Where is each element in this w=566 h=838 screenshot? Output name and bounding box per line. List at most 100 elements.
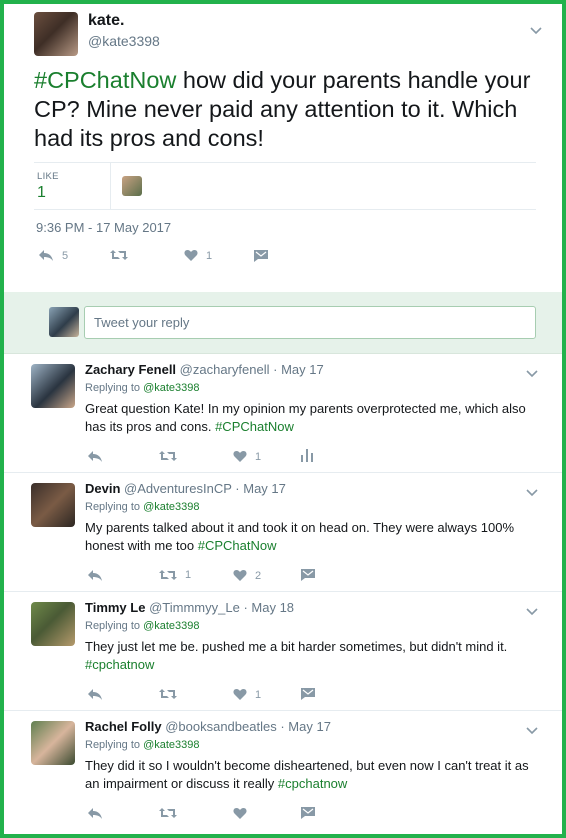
replying-to: Replying to @kate3398 — [85, 501, 200, 513]
mention-link[interactable]: @kate3398 — [143, 620, 199, 632]
reply-body: They just let me be. pushed me a bit har… — [85, 639, 508, 654]
reply-icon — [87, 807, 103, 820]
message-icon — [301, 807, 315, 819]
message-icon — [301, 688, 315, 700]
replying-label: Replying to — [85, 620, 144, 632]
retweet-button[interactable]: 1 — [159, 569, 191, 581]
liker-avatar[interactable] — [122, 176, 142, 196]
author-name[interactable]: kate. — [88, 12, 124, 30]
reply-button[interactable] — [87, 807, 103, 820]
reply-body: My parents talked about it and took it o… — [85, 520, 515, 553]
direct-message-button[interactable] — [254, 250, 268, 262]
chevron-down-icon[interactable] — [526, 723, 538, 738]
like-button[interactable]: 1 — [233, 450, 261, 463]
reply-header: Zachary Fenell @zacharyfenell · May 17 — [85, 362, 324, 377]
avatar[interactable] — [31, 364, 75, 408]
author-handle[interactable]: @Timmmyy_Le — [149, 600, 240, 615]
reply-text: They just let me be. pushed me a bit har… — [85, 638, 545, 674]
chevron-down-icon[interactable] — [526, 366, 538, 381]
replying-label: Replying to — [85, 501, 144, 513]
avatar[interactable] — [34, 12, 78, 56]
mention-link[interactable]: @kate3398 — [143, 501, 199, 513]
retweet-button[interactable] — [159, 450, 185, 462]
analytics-button[interactable] — [301, 449, 313, 462]
retweet-icon — [110, 249, 128, 261]
author-handle[interactable]: @AdventuresInCP — [124, 481, 232, 496]
chevron-down-icon[interactable] — [526, 485, 538, 500]
tweet-timestamp[interactable]: 9:36 PM - 17 May 2017 — [36, 220, 171, 235]
avatar[interactable] — [31, 483, 75, 527]
reply-date[interactable]: May 18 — [251, 600, 294, 615]
replying-label: Replying to — [85, 382, 144, 394]
message-icon — [301, 569, 315, 581]
reply-button[interactable]: 5 — [38, 249, 68, 262]
reply-icon — [87, 569, 103, 582]
retweet-icon — [159, 688, 177, 700]
reply-date[interactable]: May 17 — [281, 362, 324, 377]
author-name[interactable]: Timmy Le — [85, 600, 145, 615]
author-name[interactable]: Zachary Fenell — [85, 362, 176, 377]
reply-text: My parents talked about it and took it o… — [85, 519, 545, 555]
like-count: 1 — [255, 450, 262, 463]
reply-button[interactable] — [87, 569, 103, 582]
tweet-text: #CPChatNow how did your parents handle y… — [34, 66, 544, 153]
reply-button[interactable] — [87, 450, 103, 463]
hashtag-link[interactable]: #CPChatNow — [34, 67, 176, 93]
tweet-thread-frame: kate. @kate3398 #CPChatNow how did your … — [0, 0, 566, 838]
author-handle[interactable]: @booksandbeatles — [165, 719, 277, 734]
reply-tweet[interactable]: Timmy Le @Timmmyy_Le · May 18 Replying t… — [4, 592, 562, 711]
reply-count: 5 — [62, 249, 69, 262]
tweet-stats: LIKE 1 — [34, 162, 536, 210]
author-handle[interactable]: @zacharyfenell — [180, 362, 270, 377]
author-name[interactable]: Rachel Folly — [85, 719, 162, 734]
message-icon — [254, 250, 268, 262]
like-button[interactable]: 1 — [233, 688, 261, 701]
like-button[interactable]: 2 — [233, 569, 261, 582]
like-button[interactable] — [233, 807, 255, 820]
direct-message-button[interactable] — [301, 688, 315, 700]
hashtag-link[interactable]: #cpchatnow — [85, 657, 154, 672]
replying-to: Replying to @kate3398 — [85, 620, 200, 632]
reply-header: Timmy Le @Timmmyy_Le · May 18 — [85, 600, 294, 615]
mention-link[interactable]: @kate3398 — [143, 382, 199, 394]
reply-tweet[interactable]: Rachel Folly @booksandbeatles · May 17 R… — [4, 711, 562, 834]
avatar[interactable] — [31, 602, 75, 646]
reply-tweet[interactable]: Devin @AdventuresInCP · May 17 Replying … — [4, 473, 562, 592]
reply-date[interactable]: May 17 — [243, 481, 286, 496]
mention-link[interactable]: @kate3398 — [143, 739, 199, 751]
reply-composer: Tweet your reply — [4, 292, 562, 354]
separator: · — [235, 481, 240, 496]
heart-icon — [233, 807, 247, 820]
retweet-button[interactable] — [159, 688, 185, 700]
chevron-down-icon[interactable] — [526, 604, 538, 619]
reply-tweet[interactable]: Zachary Fenell @zacharyfenell · May 17 R… — [4, 354, 562, 473]
replying-to: Replying to @kate3398 — [85, 739, 200, 751]
replying-label: Replying to — [85, 739, 144, 751]
reply-button[interactable] — [87, 688, 103, 701]
hashtag-link[interactable]: #cpchatnow — [278, 776, 347, 791]
avatar[interactable] — [31, 721, 75, 765]
reply-header: Devin @AdventuresInCP · May 17 — [85, 481, 286, 496]
hashtag-link[interactable]: #CPChatNow — [198, 538, 277, 553]
retweet-count: 1 — [185, 569, 192, 581]
reply-date[interactable]: May 17 — [288, 719, 331, 734]
chevron-down-icon[interactable] — [530, 23, 542, 38]
author-name[interactable]: Devin — [85, 481, 120, 496]
reply-text: They did it so I wouldn't become dishear… — [85, 757, 545, 793]
hashtag-link[interactable]: #CPChatNow — [215, 419, 294, 434]
like-count[interactable]: 1 — [37, 184, 46, 202]
like-button[interactable]: 1 — [184, 249, 212, 262]
heart-icon — [233, 688, 247, 701]
reply-input[interactable]: Tweet your reply — [84, 306, 536, 339]
reply-icon — [38, 249, 54, 262]
author-handle[interactable]: @kate3398 — [88, 33, 160, 49]
retweet-icon — [159, 807, 177, 819]
retweet-icon — [159, 569, 177, 581]
direct-message-button[interactable] — [301, 807, 315, 819]
retweet-button[interactable] — [159, 807, 185, 819]
direct-message-button[interactable] — [301, 569, 315, 581]
like-action-count: 1 — [206, 249, 213, 262]
separator: · — [280, 719, 285, 734]
like-count: 2 — [255, 569, 262, 582]
retweet-button[interactable] — [110, 249, 136, 261]
